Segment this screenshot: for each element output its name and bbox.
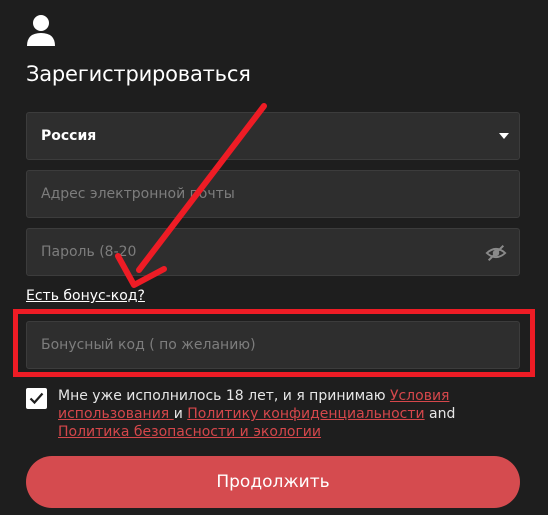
security-policy-link[interactable]: Политика безопасности и экологии (58, 424, 321, 440)
terms-text-part3: and (424, 406, 456, 422)
continue-button[interactable]: Продолжить (26, 456, 520, 508)
caret-down-icon (499, 133, 509, 139)
terms-text: Мне уже исполнилось 18 лет, и я принимаю… (58, 387, 520, 441)
terms-text-part2: и (173, 406, 188, 422)
terms-text-part1: Мне уже исполнилось 18 лет, и я принимаю (58, 388, 390, 404)
age-terms-checkbox[interactable] (26, 388, 47, 409)
country-select[interactable]: Россия (26, 112, 520, 160)
page-title: Зарегистрироваться (26, 62, 251, 86)
eye-slash-icon[interactable] (485, 242, 507, 264)
country-value: Россия (41, 128, 97, 144)
user-icon (27, 15, 55, 46)
checkmark-icon (29, 392, 44, 405)
privacy-policy-link[interactable]: Политику конфиденциальности (187, 406, 424, 422)
email-placeholder: Адрес электронной почты (41, 186, 235, 202)
bonus-code-input[interactable]: Бонусный код ( по желанию) (26, 321, 520, 369)
password-placeholder: Пароль (8-20 (41, 244, 137, 260)
bonus-code-placeholder: Бонусный код ( по желанию) (41, 337, 256, 353)
bonus-code-link[interactable]: Есть бонус-код? (26, 288, 145, 304)
password-field[interactable]: Пароль (8-20 (26, 228, 520, 276)
email-field[interactable]: Адрес электронной почты (26, 170, 520, 218)
